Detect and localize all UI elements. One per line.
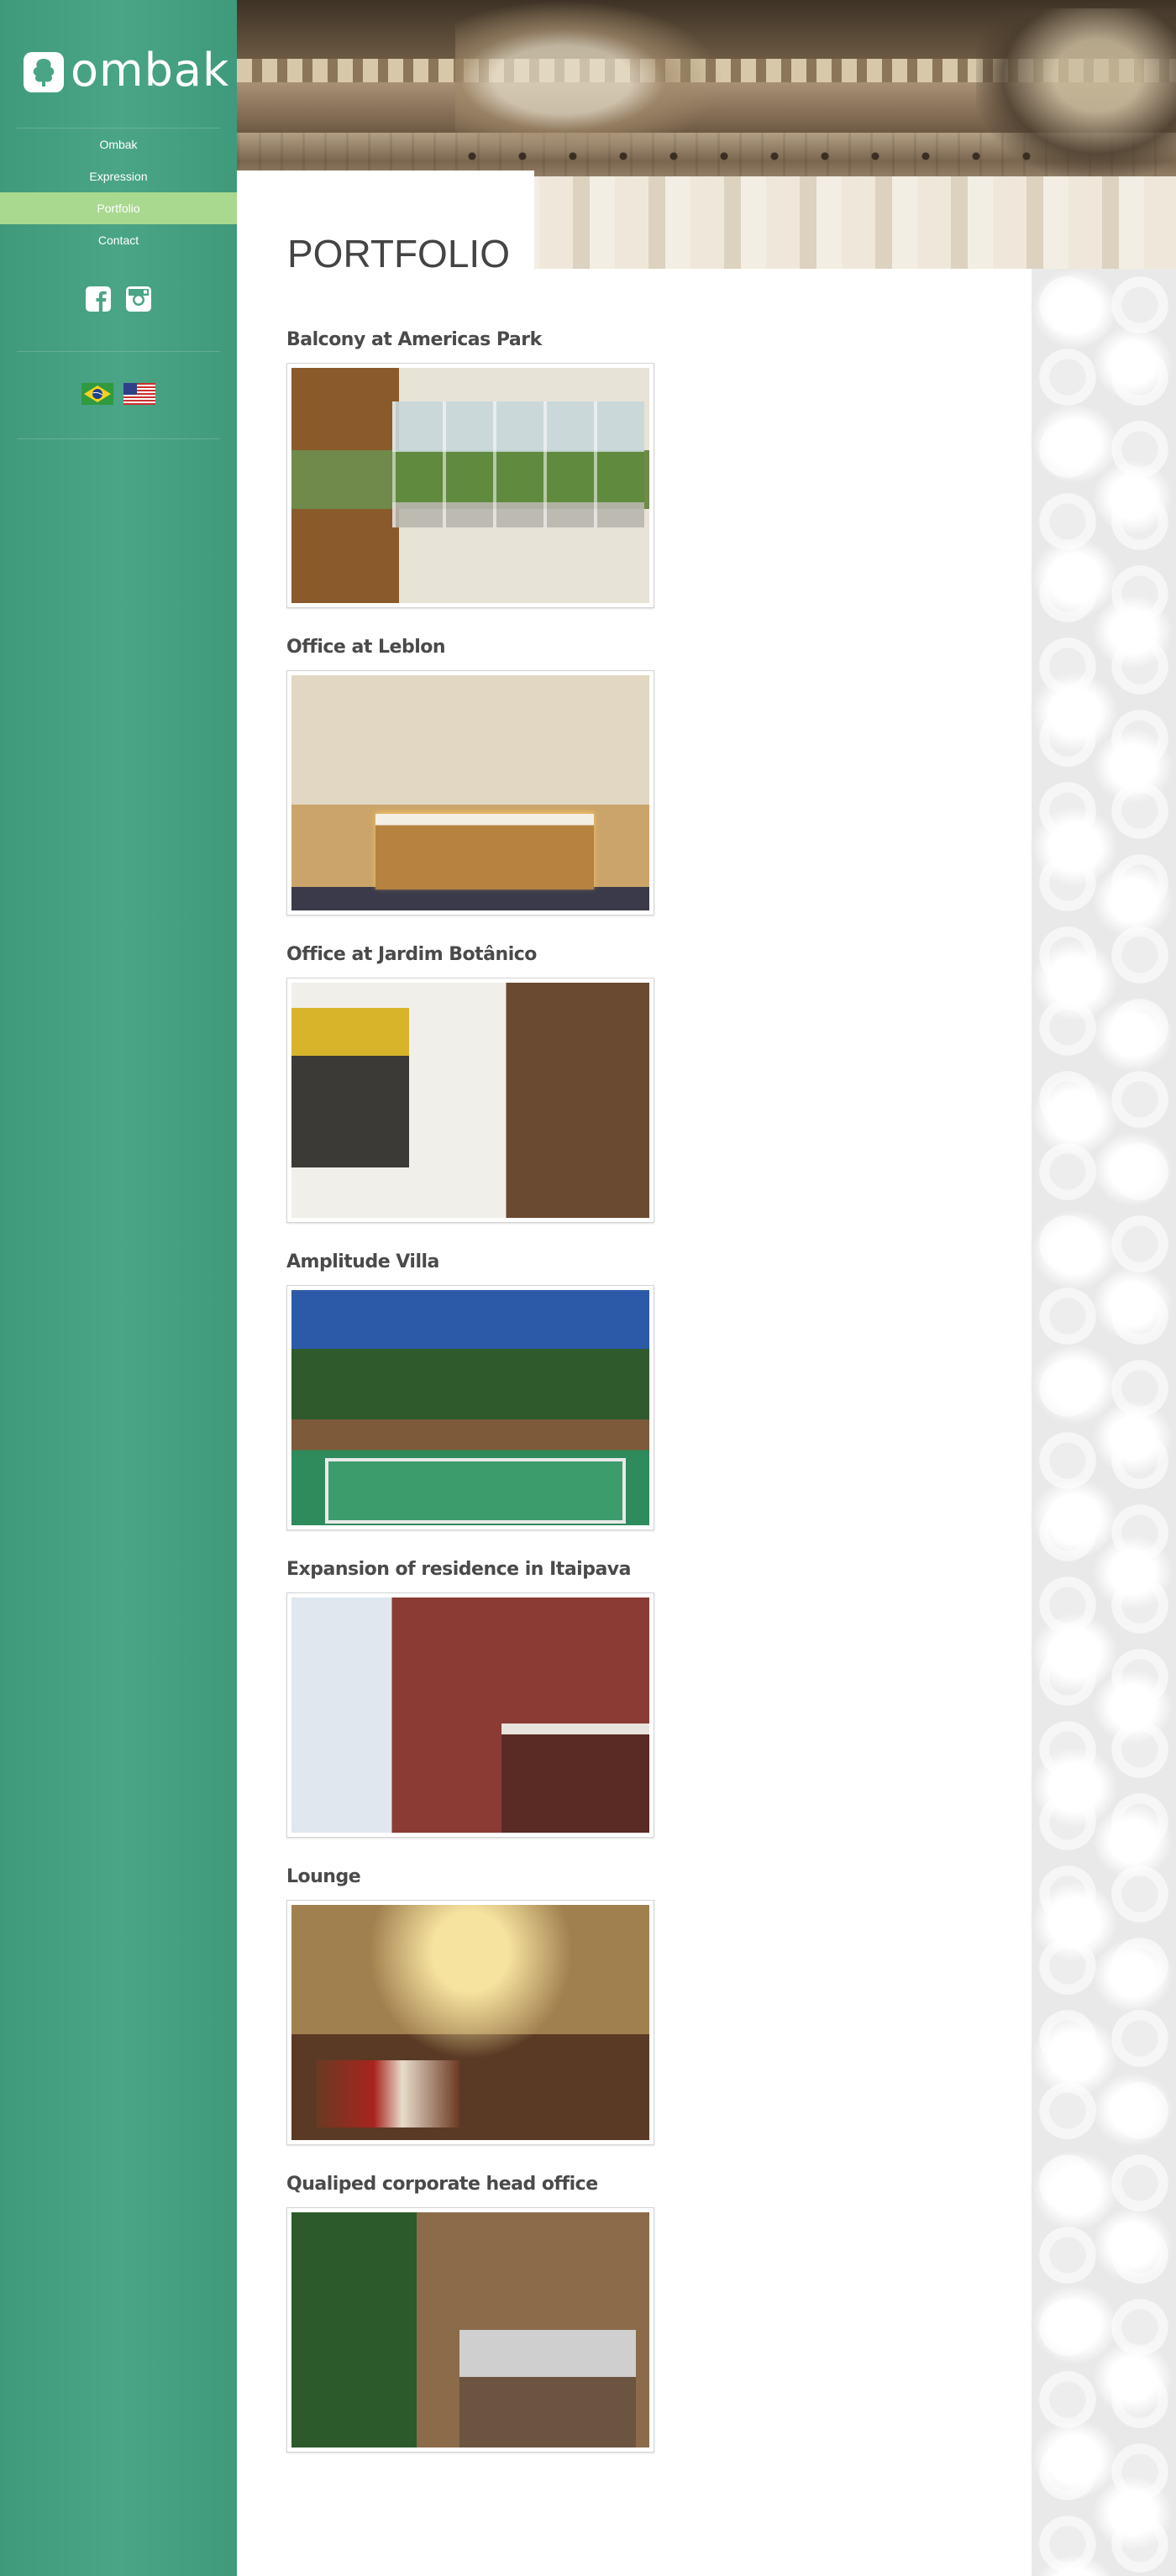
project-photo <box>291 1290 649 1525</box>
tree-icon <box>24 52 64 92</box>
logo-wordmark: ombak <box>71 44 230 97</box>
social-links <box>0 286 237 328</box>
project-title[interactable]: Office at Leblon <box>286 635 656 660</box>
brazil-flag-icon[interactable] <box>81 383 113 405</box>
project-thumbnail[interactable] <box>286 2207 654 2453</box>
decorative-ornament <box>1032 269 1176 2576</box>
project-title[interactable]: Lounge <box>286 1865 656 1890</box>
project-title[interactable]: Expansion of residence in Itaipava <box>286 1557 656 1582</box>
project-title[interactable]: Office at Jardim Botânico <box>286 942 656 968</box>
project-title[interactable]: Amplitude Villa <box>286 1250 656 1275</box>
portfolio-item: Expansion of residence in Itaipava <box>286 1557 656 1838</box>
sidebar: ombak Ombak Expression Portfolio Contact <box>0 0 237 2576</box>
project-photo <box>291 2212 649 2447</box>
portfolio-item: Office at Leblon <box>286 635 656 916</box>
project-photo <box>291 368 649 603</box>
project-thumbnail[interactable] <box>286 1285 654 1530</box>
project-title[interactable]: Balcony at Americas Park <box>286 328 656 353</box>
project-thumbnail[interactable] <box>286 978 654 1223</box>
project-thumbnail[interactable] <box>286 670 654 916</box>
portfolio-item: Amplitude Villa <box>286 1250 656 1530</box>
page-title: PORTFOLIO <box>287 231 510 275</box>
project-thumbnail[interactable] <box>286 1900 654 2145</box>
project-title[interactable]: Qualiped corporate head office <box>286 2172 656 2197</box>
site-logo[interactable]: ombak <box>24 45 228 96</box>
portfolio-item: Lounge <box>286 1865 656 2145</box>
project-photo <box>291 1905 649 2140</box>
sidebar-divider <box>17 438 220 439</box>
instagram-icon[interactable] <box>125 286 152 312</box>
project-photo <box>291 1598 649 1833</box>
nav-item-ombak[interactable]: Ombak <box>0 129 237 160</box>
usa-flag-icon[interactable] <box>123 383 156 405</box>
portfolio-item: Qualiped corporate head office <box>286 2172 656 2453</box>
portfolio-item: Office at Jardim Botânico <box>286 942 656 1223</box>
nav-item-portfolio[interactable]: Portfolio <box>0 192 237 224</box>
nav-item-contact[interactable]: Contact <box>0 224 237 256</box>
nav-item-expression[interactable]: Expression <box>0 160 237 192</box>
project-photo <box>291 675 649 910</box>
project-thumbnail[interactable] <box>286 363 654 608</box>
language-switcher <box>0 383 237 405</box>
project-photo <box>291 983 649 1218</box>
page-title-box: PORTFOLIO <box>237 171 534 275</box>
main-nav: Ombak Expression Portfolio Contact <box>0 128 237 256</box>
facebook-icon[interactable] <box>85 286 112 312</box>
project-thumbnail[interactable] <box>286 1592 654 1838</box>
portfolio-item: Balcony at Americas Park <box>286 328 656 608</box>
sidebar-divider <box>17 351 220 352</box>
